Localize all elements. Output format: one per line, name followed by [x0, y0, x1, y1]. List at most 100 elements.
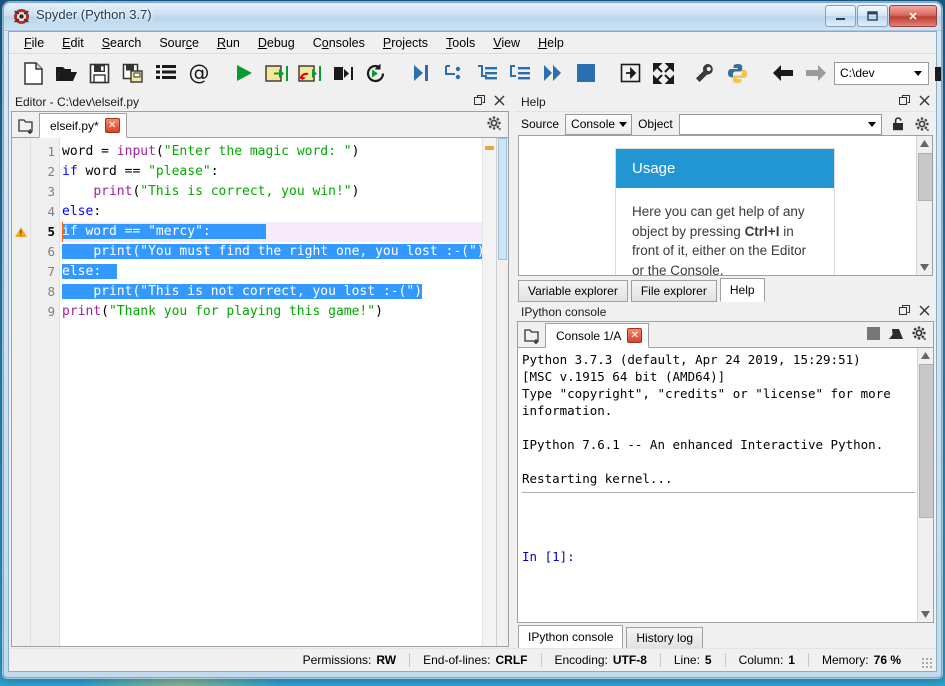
undock-icon[interactable] [473, 94, 486, 107]
console-options-gear-icon[interactable] [912, 326, 927, 346]
editor-options-gear-icon[interactable] [487, 116, 502, 136]
stop-icon[interactable] [867, 327, 880, 345]
menu-consoles[interactable]: Consoles [304, 34, 374, 52]
back-icon[interactable] [766, 57, 799, 90]
undock-icon[interactable] [898, 94, 911, 107]
scroll-up-icon[interactable] [918, 348, 933, 363]
close-icon[interactable] [493, 94, 506, 107]
selection-fill [210, 224, 266, 239]
at-sign-icon[interactable]: @ [182, 57, 215, 90]
help-source-combo[interactable]: Console [565, 113, 633, 135]
code-line[interactable]: print("You must find the right one, you … [60, 242, 482, 262]
run-cell-icon[interactable] [260, 57, 293, 90]
scrollbar-thumb[interactable] [918, 153, 932, 201]
code-token: : [210, 164, 219, 179]
fullscreen-icon[interactable] [647, 57, 680, 90]
scroll-up-icon[interactable] [917, 136, 932, 151]
editor-tab-row: elseif.py* ✕ [12, 112, 508, 138]
tab-history-log[interactable]: History log [626, 627, 704, 649]
code-marker-column[interactable] [482, 138, 496, 646]
line-number: 3 [47, 184, 55, 199]
maximize-button[interactable] [857, 5, 888, 27]
file-list-icon[interactable] [149, 57, 182, 90]
code-line[interactable]: word = input("Enter the magic word: ") [60, 142, 482, 162]
tab-ipython-console[interactable]: IPython console [518, 625, 624, 649]
browse-tabs-icon[interactable] [521, 325, 543, 346]
menu-tools[interactable]: Tools [437, 34, 484, 52]
help-options-gear-icon[interactable] [912, 117, 932, 132]
menu-file[interactable]: File [15, 34, 53, 52]
save-all-icon[interactable] [116, 57, 149, 90]
debug-stop-icon[interactable] [569, 57, 602, 90]
close-icon[interactable] [918, 94, 931, 107]
save-file-icon[interactable] [83, 57, 116, 90]
debug-step-over-icon[interactable] [437, 57, 470, 90]
help-object-input[interactable] [678, 113, 882, 135]
debug-continue-icon[interactable] [536, 57, 569, 90]
menu-projects[interactable]: Projects [374, 34, 437, 52]
scroll-down-icon[interactable] [917, 260, 932, 275]
resize-grip[interactable] [921, 657, 933, 669]
status-label: Column: [738, 653, 784, 667]
chevron-down-icon[interactable] [868, 121, 876, 127]
working-directory-combo[interactable]: C:\dev [834, 61, 929, 85]
tab-close-icon[interactable]: ✕ [627, 328, 643, 343]
debug-step-into-icon[interactable] [470, 57, 503, 90]
browse-tabs-icon[interactable] [15, 115, 37, 136]
new-file-icon[interactable] [17, 57, 50, 90]
tab-file-explorer[interactable]: File explorer [630, 280, 717, 302]
scrollbar-thumb[interactable] [919, 364, 933, 518]
clear-console-icon[interactable] [888, 327, 904, 346]
console-output-area[interactable]: Python 3.7.3 (default, Apr 24 2019, 15:2… [518, 348, 933, 622]
re-run-icon[interactable] [359, 57, 392, 90]
console-tab-1a[interactable]: Console 1/A ✕ [545, 323, 650, 348]
warning-icon[interactable] [15, 227, 27, 238]
python-path-icon[interactable] [721, 57, 754, 90]
warning-marker[interactable] [485, 146, 494, 150]
code-editor[interactable]: word = input("Enter the magic word: ") if… [60, 138, 482, 646]
close-button[interactable]: ✕ [889, 5, 937, 27]
debug-icon[interactable] [404, 57, 437, 90]
code-line[interactable]: print("This is not correct, you lost :-(… [60, 282, 482, 302]
open-folder-icon[interactable] [929, 57, 941, 90]
code-line[interactable]: print("Thank you for playing this game!"… [60, 302, 482, 322]
code-line[interactable]: else: [60, 262, 482, 282]
scrollbar-thumb[interactable] [498, 138, 507, 260]
code-flag-column[interactable] [12, 138, 31, 646]
code-line[interactable]: if word == "please": [60, 162, 482, 182]
open-file-icon[interactable] [50, 57, 83, 90]
code-line[interactable]: if word == "mercy": [60, 222, 482, 242]
debug-toolbar-group [404, 57, 602, 90]
maximize-pane-icon[interactable] [614, 57, 647, 90]
minimize-button[interactable] [825, 5, 856, 27]
lock-open-icon[interactable] [890, 117, 906, 131]
tab-variable-explorer[interactable]: Variable explorer [518, 280, 628, 302]
menu-help[interactable]: Help [529, 34, 573, 52]
spyder-logo-icon [13, 8, 30, 25]
help-vertical-scrollbar[interactable] [916, 136, 932, 275]
close-icon[interactable] [918, 304, 931, 317]
menu-run[interactable]: Run [208, 34, 249, 52]
console-output-text[interactable]: Python 3.7.3 (default, Apr 24 2019, 15:2… [518, 348, 917, 622]
console-vertical-scrollbar[interactable] [917, 348, 933, 622]
scroll-down-icon[interactable] [918, 607, 933, 622]
editor-vertical-scrollbar[interactable] [496, 138, 508, 646]
status-label: Permissions: [302, 653, 372, 667]
forward-icon[interactable] [799, 57, 832, 90]
tab-help[interactable]: Help [719, 278, 765, 302]
menu-source[interactable]: Source [150, 34, 208, 52]
code-line[interactable]: print("This is correct, you win!") [60, 182, 482, 202]
preferences-icon[interactable] [688, 57, 721, 90]
menu-debug[interactable]: Debug [249, 34, 304, 52]
tab-close-icon[interactable]: ✕ [104, 118, 120, 133]
debug-step-return-icon[interactable] [503, 57, 536, 90]
menu-view[interactable]: View [484, 34, 529, 52]
run-cell-advance-icon[interactable] [293, 57, 326, 90]
menu-edit[interactable]: Edit [53, 34, 93, 52]
run-icon[interactable] [227, 57, 260, 90]
editor-tab-elseif[interactable]: elseif.py* ✕ [39, 113, 127, 138]
menu-search[interactable]: Search [93, 34, 151, 52]
undock-icon[interactable] [898, 304, 911, 317]
run-selection-icon[interactable] [326, 57, 359, 90]
code-line[interactable]: else: [60, 202, 482, 222]
